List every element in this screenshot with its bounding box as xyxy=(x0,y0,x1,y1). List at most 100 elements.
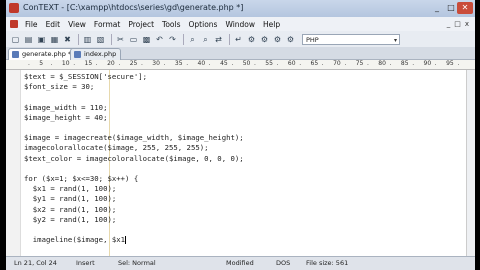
word-wrap-icon[interactable]: ↵ xyxy=(233,34,244,45)
close-button[interactable]: ✕ xyxy=(457,2,473,14)
code-text: $image_width = 110; xyxy=(24,102,108,112)
copy-icon[interactable]: ▭ xyxy=(128,34,139,45)
code-text: $text_color = imagecolorallocate($image,… xyxy=(24,153,244,163)
cursor-position: Ln 21, Col 24 xyxy=(14,259,57,267)
print-icon[interactable]: ▥ xyxy=(82,34,93,45)
f12-run-icon[interactable]: ⚙ xyxy=(285,34,296,45)
undo-icon[interactable]: ↶ xyxy=(154,34,165,45)
menu-file[interactable]: File xyxy=(21,20,42,29)
ruler-tick: . xyxy=(118,60,121,67)
doc-restore-button[interactable]: □ xyxy=(454,20,461,28)
ruler-tick: 25 xyxy=(129,60,138,67)
menu-edit[interactable]: Edit xyxy=(42,20,65,29)
ruler-tick: 55 xyxy=(265,60,273,67)
document-icon[interactable] xyxy=(10,20,18,28)
code-line: $image_height = 40; xyxy=(24,113,107,122)
menu-view[interactable]: View xyxy=(64,20,90,29)
ruler-tick: . xyxy=(73,60,76,67)
tab-index-php[interactable]: index.php xyxy=(70,48,122,60)
ruler-tick: 75 xyxy=(355,60,364,67)
menu-options[interactable]: Options xyxy=(185,20,222,29)
ruler-tick: 95 xyxy=(446,60,454,67)
code-text: $text = $_SESSION['secure']; xyxy=(24,72,148,81)
code-line: $y2 = rand(1, 100); xyxy=(24,215,116,224)
selection-mode: Sel: Normal xyxy=(118,259,156,267)
code-line: $image = imagecreate($image_width, $imag… xyxy=(24,133,244,142)
ruler-tick: 60 xyxy=(287,60,296,67)
find-next-icon[interactable]: ⌕ xyxy=(200,34,211,45)
code-text: imageline($image, $x1 xyxy=(24,235,126,245)
maximize-button[interactable]: □ xyxy=(445,2,457,14)
ruler-tick: . xyxy=(412,60,415,67)
menu-format[interactable]: Format xyxy=(90,20,124,29)
f9-run-icon[interactable]: ⚙ xyxy=(246,34,257,45)
f11-run-icon[interactable]: ⚙ xyxy=(272,34,283,45)
cut-icon[interactable]: ✂ xyxy=(115,34,126,45)
chevron-down-icon: ▾ xyxy=(393,36,397,44)
redo-icon[interactable]: ↷ xyxy=(167,34,178,45)
document-window-controls: _ □ x xyxy=(447,20,469,28)
code-line: imagecolorallocate($image, 255, 255, 255… xyxy=(24,143,209,152)
ruler-tick: . xyxy=(389,60,392,67)
find-icon[interactable]: ⌕ xyxy=(187,34,198,45)
menu-help[interactable]: Help xyxy=(259,20,284,29)
tab-label: index.php xyxy=(84,50,117,58)
close-file-icon[interactable]: ✖ xyxy=(62,34,73,45)
code-line: $font_size = 30; xyxy=(24,82,94,91)
ruler-tick: 70 xyxy=(333,60,341,67)
code-editor[interactable]: $text = $_SESSION['secure']; $font_size =… xyxy=(6,70,475,256)
ruler-tick: . xyxy=(321,60,324,67)
replace-icon[interactable]: ⇄ xyxy=(213,34,224,45)
insert-mode: Insert xyxy=(76,259,95,267)
menu-bar: File Edit View Format Project Tools Opti… xyxy=(6,17,475,31)
vertical-scrollbar[interactable] xyxy=(466,70,475,256)
f10-run-icon[interactable]: ⚙ xyxy=(259,34,270,45)
code-text: $font_size = 30; xyxy=(24,82,95,92)
ruler-tick: . xyxy=(141,60,143,67)
highlighter-select[interactable]: PHP ▾ xyxy=(302,33,400,45)
ruler-tick: 45 xyxy=(220,60,228,67)
doc-minimize-button[interactable]: _ xyxy=(447,20,451,28)
toolbar-separator xyxy=(78,33,79,45)
code-text: $y2 = rand(1, 100); xyxy=(24,214,117,224)
minimize-button[interactable]: _ xyxy=(431,2,443,14)
status-bar: Ln 21, Col 24 Insert Sel: Normal Modifie… xyxy=(6,256,475,270)
menu-window[interactable]: Window xyxy=(221,20,259,29)
menu-project[interactable]: Project xyxy=(124,20,158,29)
file-size: File size: 561 xyxy=(306,259,349,267)
menu-tools[interactable]: Tools xyxy=(158,20,184,29)
ruler-tick: 35 xyxy=(174,60,183,67)
right-margin-line xyxy=(109,70,110,256)
ruler-tick: 5 xyxy=(39,60,44,67)
ruler-tick: . xyxy=(231,60,234,67)
file-tabs: generate.php * index.php xyxy=(6,47,475,60)
text-cursor xyxy=(125,236,127,245)
ruler-tick: 80 xyxy=(378,60,386,67)
open-folder-icon[interactable]: ▤ xyxy=(23,34,34,45)
toolbar: ▢ ▤ ▣ ▦ ✖ ▥ ▧ ✂ ▭ ▩ ↶ ↷ ⌕ ⌕ ⇄ ↵ ⚙ ⚙ ⚙ ⚙ … xyxy=(6,31,475,47)
editor-gutter xyxy=(6,70,21,256)
ruler-tick: 30 xyxy=(152,60,160,67)
code-text: imagecolorallocate($image, 255, 255, 255… xyxy=(24,143,209,153)
php-file-icon xyxy=(12,51,19,58)
ruler-tick: . xyxy=(299,60,302,67)
title-bar[interactable]: ConTEXT - [C:\xampp\htdocs\series\gd\gen… xyxy=(6,0,475,17)
tab-generate-php[interactable]: generate.php * xyxy=(8,48,77,60)
ruler-tick: . xyxy=(28,60,30,67)
code-text: $image_height = 40; xyxy=(24,112,108,122)
code-text: $x2 = rand(1, 100); xyxy=(24,204,117,214)
new-file-icon[interactable]: ▢ xyxy=(10,34,21,45)
code-line: $text_color = imagecolorallocate($image,… xyxy=(24,154,244,163)
ruler-tick: 85 xyxy=(400,60,409,67)
ruler-tick: . xyxy=(434,60,437,67)
app-icon xyxy=(9,3,19,13)
ruler-tick: 20 xyxy=(107,60,115,67)
window-title: ConTEXT - [C:\xampp\htdocs\series\gd\gen… xyxy=(23,3,244,12)
save-all-icon[interactable]: ▦ xyxy=(49,34,60,45)
doc-close-button[interactable]: x xyxy=(465,20,469,28)
ruler-tick: . xyxy=(208,60,211,67)
paste-icon[interactable]: ▩ xyxy=(141,34,152,45)
code-line: $text = $_SESSION['secure']; xyxy=(24,72,147,81)
preview-icon[interactable]: ▧ xyxy=(95,34,106,45)
save-icon[interactable]: ▣ xyxy=(36,34,47,45)
